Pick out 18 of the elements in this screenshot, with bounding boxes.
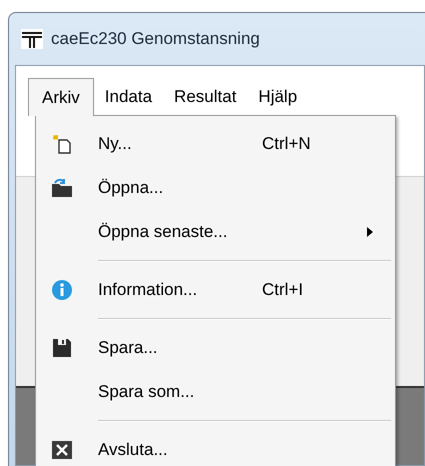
submenu-arrow-icon [367,227,373,237]
menu-item[interactable]: Öppna... [36,166,395,210]
menu-item[interactable]: Ny... Ctrl+N [36,122,395,166]
new-document-icon [52,134,72,154]
menu-item[interactable]: Öppna senaste... [36,210,395,254]
menu-tab[interactable]: Indata [94,78,164,116]
menu-tab[interactable]: Hjälp [247,78,308,116]
menu-item[interactable]: Avsluta... [36,428,395,466]
window-title: caeEc230 Genomstansning [51,28,260,50]
info-icon [51,279,73,301]
menu-item[interactable]: Spara... [36,326,395,370]
app-logo-icon [21,29,43,49]
menu-item[interactable]: Spara som... [36,370,395,414]
folder-icon [51,178,73,198]
menu-item[interactable]: Information... Ctrl+I [36,268,395,312]
menu-tab[interactable]: Resultat [163,78,248,116]
menu-tab[interactable]: Arkiv [28,78,94,116]
close-icon [52,441,72,459]
